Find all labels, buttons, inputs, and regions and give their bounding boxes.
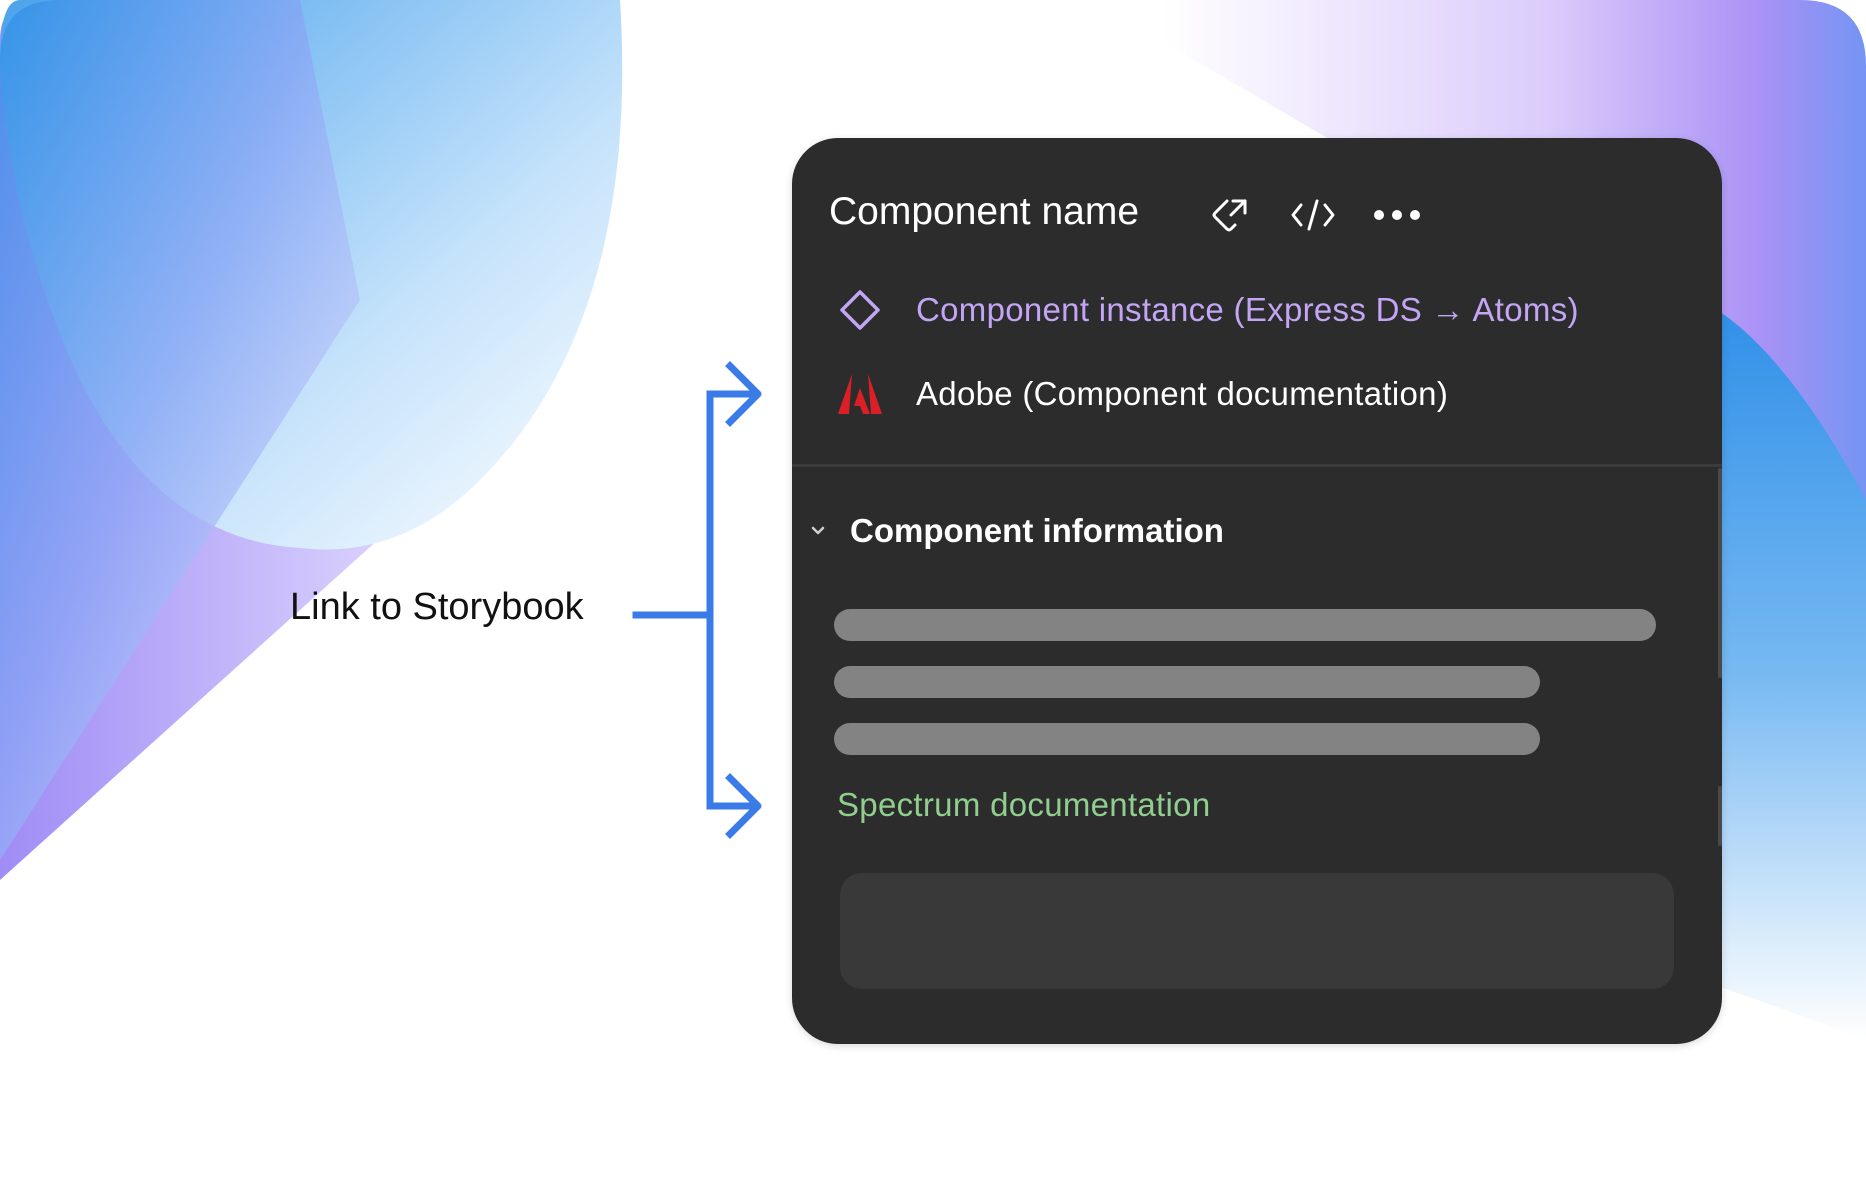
scrollbar-track xyxy=(1718,468,1722,678)
adobe-documentation-link[interactable]: Adobe (Component documentation) xyxy=(832,364,1448,424)
chevron-down-icon xyxy=(802,515,834,547)
component-instance-text: Component instance (Express DS → Atoms) xyxy=(916,291,1579,328)
skeleton-line xyxy=(834,666,1540,698)
code-icon[interactable] xyxy=(1286,188,1340,242)
adobe-logo-icon xyxy=(832,366,888,422)
adobe-documentation-text: Adobe (Component documentation) xyxy=(916,375,1449,412)
spectrum-documentation-link[interactable]: Spectrum documentation xyxy=(837,786,1210,824)
inspect-panel: Component name Component instance (Expre… xyxy=(792,138,1722,1044)
component-information-toggle[interactable]: Component information xyxy=(802,506,1224,556)
scrollbar-thumb[interactable] xyxy=(1718,786,1722,846)
skeleton-line xyxy=(834,723,1540,755)
component-instance-link[interactable]: Component instance (Express DS → Atoms) xyxy=(832,280,1579,340)
diamond-icon xyxy=(832,282,888,338)
more-icon[interactable] xyxy=(1370,188,1424,242)
link-tag-icon[interactable] xyxy=(1202,188,1256,242)
section-divider xyxy=(792,464,1722,467)
content-placeholder xyxy=(840,873,1674,989)
panel-title: Component name xyxy=(829,190,1140,233)
section-title: Component information xyxy=(850,512,1224,549)
skeleton-line xyxy=(834,609,1656,641)
